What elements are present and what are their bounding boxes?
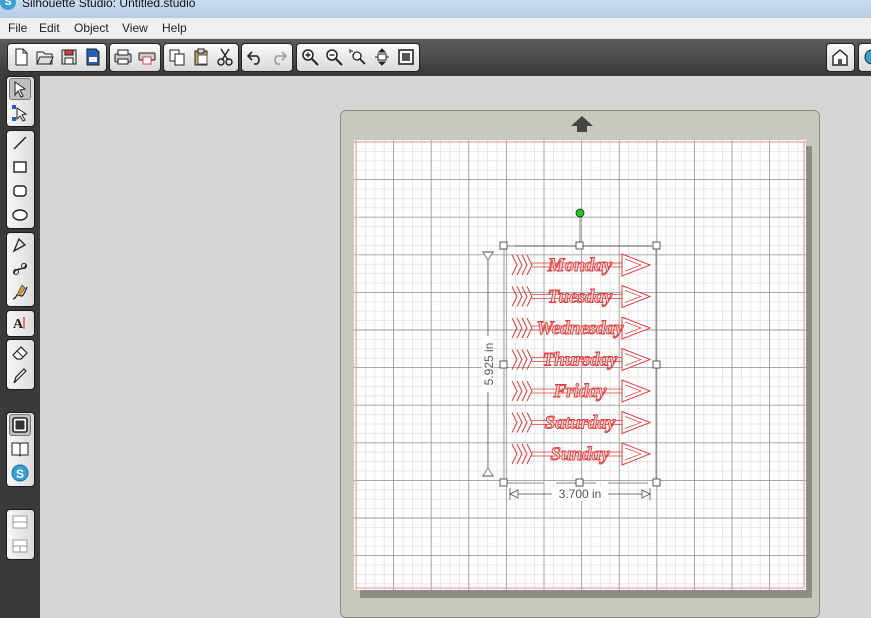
extra-tool-group <box>858 43 871 72</box>
rectangle-tool-icon[interactable] <box>9 156 31 178</box>
day-label-thursday: Thursday <box>543 350 619 371</box>
rounded-rectangle-tool-icon[interactable] <box>9 180 31 202</box>
day-label-monday: Monday <box>547 255 613 276</box>
text-tool-icon[interactable]: A <box>9 312 31 334</box>
menu-object[interactable]: Object <box>74 21 109 35</box>
svg-text:A: A <box>13 317 24 332</box>
day-label-sunday: Sunday <box>550 444 610 465</box>
app-logo-icon: S <box>0 0 16 10</box>
menu-edit[interactable]: Edit <box>39 21 60 35</box>
save-to-sd-icon[interactable] <box>82 46 104 68</box>
cut-icon[interactable] <box>214 46 236 68</box>
silhouette-store-icon[interactable]: S <box>9 462 31 484</box>
fit-to-page-icon[interactable] <box>395 46 417 68</box>
height-dimension-label: 5.925 in <box>482 343 496 386</box>
shape-tool-group <box>6 130 35 229</box>
copy-icon[interactable] <box>166 46 188 68</box>
zoom-out-icon[interactable] <box>323 46 345 68</box>
up-arrow-icon[interactable] <box>570 115 594 133</box>
paste-icon[interactable] <box>190 46 212 68</box>
text-tool-group: A <box>6 310 35 337</box>
split-view-icon[interactable] <box>9 535 31 557</box>
pan-zoom-icon[interactable] <box>371 46 393 68</box>
print-icon[interactable] <box>112 46 134 68</box>
design-store-icon[interactable] <box>829 46 851 68</box>
day-label-wednesday: Wednesday <box>536 318 624 339</box>
day-label-friday: Friday <box>553 381 607 402</box>
zoom-selection-icon[interactable] <box>347 46 369 68</box>
line-tool-icon[interactable] <box>9 132 31 154</box>
point-edit-tool-icon[interactable] <box>9 102 31 124</box>
cutting-mat[interactable]: Monday Tuesday Wednesday Thursday Friday Satu… <box>354 140 806 590</box>
silhouette-connect-icon[interactable] <box>861 46 871 68</box>
eraser-tool-icon[interactable] <box>9 341 31 363</box>
knife-tool-icon[interactable] <box>9 365 31 387</box>
rotate-handle[interactable] <box>575 208 585 218</box>
library-icon[interactable] <box>9 438 31 460</box>
zoom-in-icon[interactable] <box>299 46 321 68</box>
menu-view[interactable]: View <box>122 21 148 35</box>
undo-icon[interactable] <box>244 46 266 68</box>
new-document-icon[interactable] <box>10 46 32 68</box>
print-tool-group <box>109 43 161 72</box>
left-toolbar: A S <box>0 76 40 618</box>
menu-bar: File Edit Object View Help <box>0 18 871 39</box>
store-tool-group <box>826 43 855 72</box>
view-tool-group <box>6 509 35 560</box>
edit-tool-group <box>6 339 35 390</box>
page-tool-group: S <box>6 412 35 487</box>
history-tool-group <box>241 43 293 72</box>
day-arrow-tuesday[interactable]: Tuesday <box>511 284 652 309</box>
curve-tool-icon[interactable] <box>9 258 31 280</box>
selection-tool-group <box>6 76 35 127</box>
day-label-tuesday: Tuesday <box>548 287 613 308</box>
panel-view-icon[interactable] <box>9 511 31 533</box>
clipboard-tool-group <box>163 43 239 72</box>
svg-text:S: S <box>16 467 24 481</box>
save-icon[interactable] <box>58 46 80 68</box>
draw-tool-group <box>6 232 35 307</box>
file-tool-group <box>7 43 107 72</box>
day-label-saturday: Saturday <box>545 413 616 434</box>
title-bar: S Silhouette Studio: Untitled.studio <box>0 0 871 18</box>
design-page-icon[interactable] <box>9 414 31 436</box>
open-folder-icon[interactable] <box>34 46 56 68</box>
menu-help[interactable]: Help <box>162 21 187 35</box>
day-arrow-friday[interactable]: Friday <box>511 379 652 403</box>
zoom-tool-group <box>296 43 420 72</box>
send-to-silhouette-icon[interactable] <box>136 46 158 68</box>
window-title: Silhouette Studio: Untitled.studio <box>22 0 196 10</box>
menu-file[interactable]: File <box>8 21 27 35</box>
polygon-tool-icon[interactable] <box>9 234 31 256</box>
main-toolbar <box>0 39 871 76</box>
ellipse-tool-icon[interactable] <box>9 204 31 226</box>
width-dimension-label: 3.700 in <box>559 487 602 501</box>
freehand-tool-icon[interactable] <box>9 282 31 304</box>
select-tool-icon[interactable] <box>9 78 31 100</box>
redo-icon[interactable] <box>268 46 290 68</box>
day-arrow-monday[interactable]: Monday <box>511 253 652 277</box>
